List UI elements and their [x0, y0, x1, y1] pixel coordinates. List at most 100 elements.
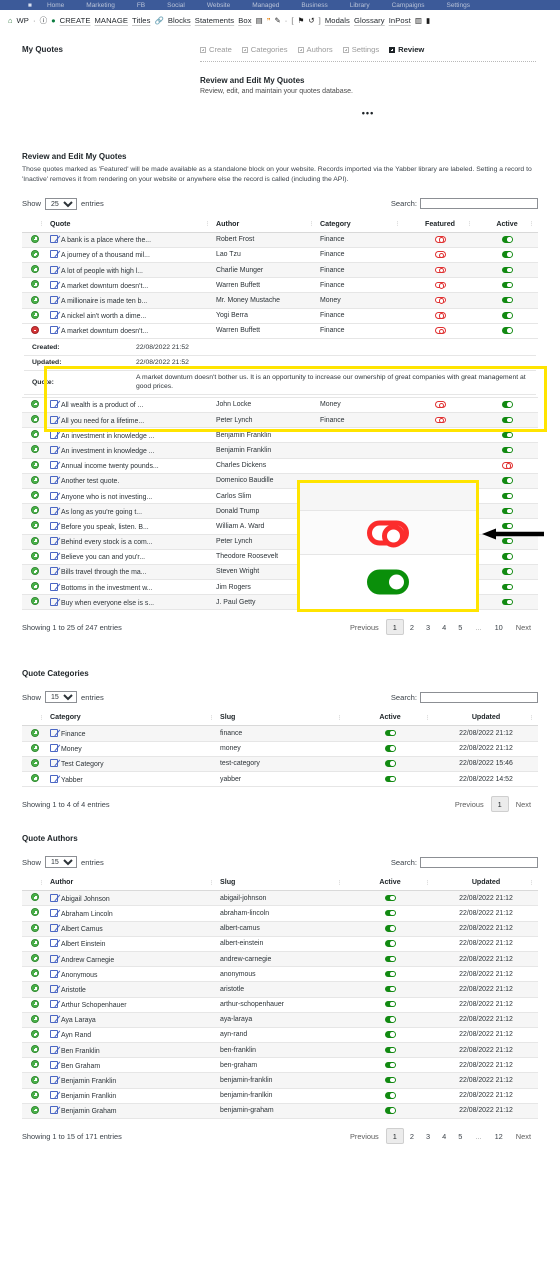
toggle-active-on[interactable] [384, 970, 396, 978]
row-featured-cell[interactable] [404, 277, 476, 294]
edit-icon[interactable] [50, 1015, 58, 1024]
row-active-cell[interactable] [346, 756, 434, 773]
collapse-minus-icon[interactable] [31, 325, 39, 334]
table-row[interactable]: A nickel ain't worth a dime... Yogi Berra… [22, 308, 538, 324]
row-expand-cell[interactable] [22, 1088, 48, 1104]
video-icon[interactable]: ▮ [426, 17, 430, 25]
categories-col-category[interactable]: Category ⋮ [48, 710, 218, 727]
expand-plus-icon[interactable] [31, 938, 39, 947]
pagination-previous[interactable]: Previous [448, 797, 491, 811]
categories-col-slug[interactable]: Slug ⋮ [218, 710, 346, 727]
row-category-cell[interactable]: Yabber [48, 771, 218, 788]
table-row[interactable]: Albert Einstein albert-einstein 22/08/2022… [22, 936, 538, 952]
expand-plus-icon[interactable] [31, 491, 39, 500]
quotes-col-active[interactable]: Active ⋮ [476, 216, 538, 233]
row-category-cell[interactable]: Finance [48, 725, 218, 742]
pagination-page[interactable]: 3 [420, 620, 436, 634]
row-expand-cell[interactable] [22, 247, 48, 264]
toggle-featured-off[interactable] [434, 266, 446, 274]
expand-plus-icon[interactable] [31, 399, 39, 408]
table-row-expanded[interactable]: A market downturn doesn't... Warren Buffe… [22, 323, 538, 340]
categories-col-expand[interactable]: ⋮ [22, 710, 48, 727]
table-row[interactable]: Abigail Johnson abigail-johnson 22/08/2022… [22, 890, 538, 907]
row-expand-cell[interactable] [22, 1057, 48, 1074]
toggle-active-on[interactable] [384, 985, 396, 993]
row-expand-cell[interactable] [22, 951, 48, 968]
pagination-page[interactable]: 12 [489, 1129, 509, 1143]
expand-plus-icon[interactable] [31, 597, 39, 606]
categories-col-active[interactable]: Active ⋮ [346, 710, 434, 727]
row-active-cell[interactable] [346, 921, 434, 937]
expand-plus-icon[interactable] [31, 743, 39, 752]
table-row[interactable]: A millionaire is made ten b... Mr. Money … [22, 292, 538, 309]
edit-icon[interactable] [50, 537, 58, 546]
row-expand-cell[interactable] [22, 890, 48, 907]
authors-col-updated[interactable]: Updated ⋮ [434, 875, 538, 892]
tab-settings[interactable]: Settings [342, 45, 379, 54]
pagination-page[interactable]: 4 [436, 1129, 452, 1143]
table-row[interactable]: Ayn Rand ayn-rand 22/08/2022 21:12 [22, 1027, 538, 1044]
row-active-cell[interactable] [346, 1057, 434, 1074]
row-quote-cell[interactable]: Believe you can and you'r... [48, 549, 214, 565]
row-quote-cell[interactable]: A market downturn doesn't... [48, 277, 214, 294]
row-quote-cell[interactable]: Bottoms in the investment w... [48, 579, 214, 596]
row-expand-cell[interactable] [22, 308, 48, 324]
toolbar-item-blocks[interactable]: Blocks [168, 16, 191, 25]
edit-icon[interactable] [50, 491, 58, 500]
pagination-page-current[interactable]: 1 [385, 619, 404, 636]
toggle-active-on[interactable] [384, 894, 396, 902]
row-author-cell[interactable]: Anonymous [48, 966, 218, 983]
toolbar-item-titles[interactable]: Titles [132, 16, 150, 25]
edit-icon[interactable] [50, 893, 58, 902]
toggle-active-on[interactable] [384, 940, 396, 947]
toggle-active-on[interactable] [384, 1031, 396, 1038]
edit-icon[interactable] [50, 250, 58, 259]
adminbar-item-managed[interactable]: Managed [241, 2, 290, 9]
table-row[interactable]: Benjamin Graham benjamin-graham 22/08/2022… [22, 1103, 538, 1120]
row-active-cell[interactable] [476, 277, 538, 294]
row-active-cell[interactable] [346, 1072, 434, 1089]
expand-plus-icon[interactable] [31, 728, 39, 737]
table-row[interactable]: Ben Graham ben-graham 22/08/2022 21:12 [22, 1057, 538, 1074]
pagination-page[interactable]: 5 [452, 1129, 468, 1143]
row-active-cell[interactable] [476, 323, 538, 340]
toolbar-item-modals[interactable]: Modals [325, 16, 350, 25]
edit-icon[interactable] [50, 759, 58, 768]
row-expand-cell[interactable] [22, 966, 48, 983]
row-expand-cell[interactable] [22, 1027, 48, 1044]
row-expand-cell[interactable] [22, 488, 48, 505]
toggle-active-on[interactable] [501, 401, 513, 408]
row-active-cell[interactable] [346, 1042, 434, 1059]
expand-plus-icon[interactable] [31, 893, 39, 902]
row-active-cell[interactable] [476, 458, 538, 474]
row-expand-cell[interactable] [22, 981, 48, 998]
row-featured-cell[interactable] [404, 232, 476, 248]
globe-icon[interactable]: ● [51, 17, 56, 25]
toggle-active-on[interactable] [384, 1077, 396, 1084]
row-expand-cell[interactable] [22, 594, 48, 611]
row-author-cell[interactable]: Albert Camus [48, 921, 218, 937]
row-active-cell[interactable] [476, 473, 538, 489]
edit-icon[interactable] [50, 415, 58, 424]
toggle-active-on[interactable] [501, 492, 513, 499]
row-expand-cell[interactable] [22, 905, 48, 922]
row-quote-cell[interactable]: A journey of a thousand mil... [48, 247, 214, 264]
table-row[interactable]: Andrew Carnegie andrew-carnegie 22/08/2022… [22, 951, 538, 968]
row-expand-cell[interactable] [22, 549, 48, 565]
row-active-cell[interactable] [346, 981, 434, 998]
toggle-active-on[interactable] [384, 1046, 396, 1054]
adminbar-item-social[interactable]: Social [156, 2, 196, 9]
row-author-cell[interactable]: Arthur Schopenhauer [48, 997, 218, 1013]
row-active-cell[interactable] [346, 890, 434, 907]
quotes-search-input[interactable] [420, 198, 538, 210]
edit-icon[interactable] [50, 461, 58, 470]
row-expand-cell[interactable] [22, 458, 48, 474]
grid-icon[interactable]: ▥ [415, 17, 422, 25]
expand-plus-icon[interactable] [31, 310, 39, 319]
row-expand-cell[interactable] [22, 1012, 48, 1028]
pagination-previous[interactable]: Previous [343, 620, 386, 634]
toggle-active-on[interactable] [501, 477, 513, 484]
row-featured-cell[interactable] [404, 427, 476, 444]
expand-plus-icon[interactable] [31, 280, 39, 289]
expand-plus-icon[interactable] [31, 265, 39, 274]
